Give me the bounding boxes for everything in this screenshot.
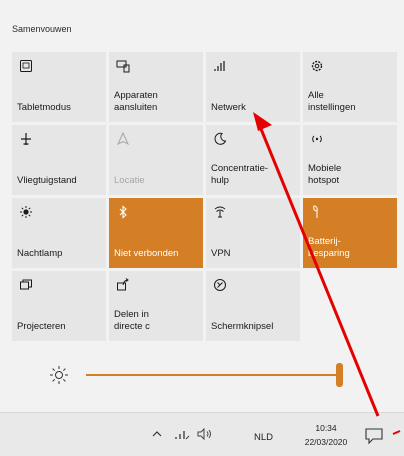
brightness-slider[interactable] [48, 360, 358, 390]
tile-project[interactable]: Projecteren [12, 271, 106, 341]
tile-label: Batterij- besparing [308, 236, 350, 259]
volume-icon[interactable] [196, 427, 214, 441]
network-tray-icon[interactable] [174, 427, 190, 441]
clock-time: 10:34 [315, 423, 337, 433]
tile-night-light[interactable]: Nachtlamp [12, 198, 106, 268]
tile-nearby-sharing[interactable]: Delen in directe c [109, 271, 203, 341]
tile-label: Tabletmodus [17, 102, 71, 113]
tile-label: Vliegtuigstand [17, 175, 77, 186]
tile-tablet-mode[interactable]: Tabletmodus [12, 52, 106, 122]
connect-devices-icon [114, 57, 132, 75]
taskbar: NLD 10:34 22/03/2020 [0, 412, 404, 456]
brightness-sun-icon [48, 364, 70, 386]
tile-bluetooth[interactable]: Niet verbonden [109, 198, 203, 268]
bluetooth-icon [114, 203, 132, 221]
tablet-mode-icon [17, 57, 35, 75]
tile-network[interactable]: Netwerk [206, 52, 300, 122]
chevron-up-icon[interactable] [150, 427, 164, 441]
tile-label: Concentratie- hulp [211, 163, 269, 186]
tile-airplane-mode[interactable]: Vliegtuigstand [12, 125, 106, 195]
clock-date: 22/03/2020 [304, 437, 348, 447]
project-icon [17, 276, 35, 294]
brightness-track[interactable] [86, 374, 342, 376]
tile-battery-saver[interactable]: Batterij- besparing [303, 198, 397, 268]
tile-label: Delen in directe c [114, 309, 150, 332]
tile-mobile-hotspot[interactable]: Mobiele hotspot [303, 125, 397, 195]
tile-label: Alle instellingen [308, 90, 356, 113]
empty-tile-slot [303, 271, 397, 341]
tile-label: VPN [211, 248, 231, 259]
tile-label: Niet verbonden [114, 248, 179, 259]
settings-gear-icon [308, 57, 326, 75]
network-icon [211, 57, 229, 75]
tile-label: Mobiele hotspot [308, 163, 342, 186]
vpn-icon [211, 203, 229, 221]
moon-icon [211, 130, 229, 148]
hotspot-icon [308, 130, 326, 148]
tile-connect-devices[interactable]: Apparaten aansluiten [109, 52, 203, 122]
nearby-share-icon [114, 276, 132, 294]
night-light-icon [17, 203, 35, 221]
snip-icon [211, 276, 229, 294]
language-indicator[interactable]: NLD [254, 432, 273, 443]
quick-actions-grid: Tabletmodus Apparaten aansluiten Netwerk… [12, 52, 404, 341]
tile-label: Netwerk [211, 102, 246, 113]
tile-label: Projecteren [17, 321, 66, 332]
tile-all-settings[interactable]: Alle instellingen [303, 52, 397, 122]
action-center-icon[interactable] [364, 427, 384, 445]
tile-label: Schermknipsel [211, 321, 274, 332]
tile-label: Locatie [114, 175, 145, 186]
tile-screen-snip[interactable]: Schermknipsel [206, 271, 300, 341]
clock[interactable]: 10:34 22/03/2020 [300, 421, 352, 449]
tile-location[interactable]: Locatie [109, 125, 203, 195]
collapse-link[interactable]: Samenvouwen [12, 24, 72, 34]
tile-label: Nachtlamp [17, 248, 63, 259]
battery-saver-icon [308, 203, 326, 221]
tile-vpn[interactable]: VPN [206, 198, 300, 268]
action-center-panel: Samenvouwen Tabletmodus Apparaten aanslu… [0, 0, 404, 412]
tile-focus-assist[interactable]: Concentratie- hulp [206, 125, 300, 195]
brightness-thumb[interactable] [336, 363, 343, 387]
airplane-icon [17, 130, 35, 148]
tile-label: Apparaten aansluiten [114, 90, 158, 113]
location-icon [114, 130, 132, 148]
